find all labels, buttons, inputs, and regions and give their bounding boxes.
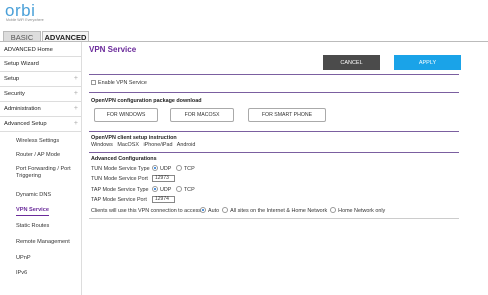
- sidebar-subitem-port-forwarding[interactable]: Port Forwarding / Port Triggering: [0, 166, 78, 180]
- tun-port-input[interactable]: 12973: [152, 175, 175, 182]
- access-home-only-radio[interactable]: [330, 207, 337, 213]
- sidebar-subitem-vpn-service[interactable]: VPN Service: [0, 207, 82, 213]
- tap-port-label: TAP Mode Service Port: [91, 197, 147, 203]
- radio-label: Auto: [208, 208, 220, 214]
- sidebar-item-label: Administration: [4, 106, 41, 112]
- section-divider: [89, 152, 459, 153]
- sidebar-item-label: Setup: [4, 76, 20, 82]
- header: orbi Mobile WiFi Everywhere BASIC ADVANC…: [0, 0, 488, 42]
- sidebar-item-security[interactable]: Security +: [0, 87, 82, 102]
- radio-label: All sites on the Internet & Home Network: [230, 208, 328, 214]
- access-all-sites-radio[interactable]: [222, 207, 229, 213]
- section-divider: [89, 92, 459, 93]
- section-divider: [89, 131, 459, 132]
- radio-label: TCP: [183, 166, 195, 172]
- client-instruction-heading: OpenVPN client setup instruction: [91, 135, 177, 141]
- tap-type-radio-group: UDP TCP: [152, 186, 195, 193]
- sidebar: ADVANCED Home Setup Wizard Setup + Secur…: [0, 42, 82, 295]
- download-windows-button[interactable]: FOR WINDOWS: [94, 108, 158, 122]
- section-divider: [89, 74, 459, 75]
- sidebar-subitem-upnp[interactable]: UPnP: [0, 255, 82, 261]
- tap-udp-radio[interactable]: [152, 186, 158, 192]
- expand-plus-icon: +: [73, 75, 78, 82]
- radio-label: UDP: [160, 166, 172, 172]
- sidebar-subitem-static-routes[interactable]: Static Routes: [0, 223, 82, 229]
- active-item-underline: [16, 215, 49, 216]
- sidebar-subitem-wireless-settings[interactable]: Wireless Settings: [0, 138, 82, 144]
- tap-type-label: TAP Mode Service Type: [91, 187, 149, 193]
- sidebar-item-label: Security: [4, 91, 25, 97]
- sidebar-item-advanced-home[interactable]: ADVANCED Home: [0, 44, 82, 57]
- sidebar-item-label: Advanced Setup: [4, 121, 47, 127]
- vpn-access-label: Clients will use this VPN connection to …: [91, 208, 201, 214]
- cancel-button[interactable]: CANCEL: [323, 55, 380, 70]
- link-android[interactable]: Android: [177, 142, 196, 148]
- client-platform-links: Windows MacOSX iPhone/iPad Android: [91, 142, 195, 148]
- enable-vpn-checkbox[interactable]: [91, 80, 96, 85]
- sidebar-item-setup-wizard[interactable]: Setup Wizard: [0, 57, 82, 72]
- sidebar-subitem-dynamic-dns[interactable]: Dynamic DNS: [0, 192, 82, 198]
- radio-label: UDP: [160, 187, 172, 193]
- tun-port-label: TUN Mode Service Port: [91, 176, 148, 182]
- sidebar-item-setup[interactable]: Setup +: [0, 72, 82, 87]
- sidebar-subitem-router-ap-mode[interactable]: Router / AP Mode: [0, 152, 82, 158]
- expand-plus-icon: +: [73, 90, 78, 97]
- link-macosx[interactable]: MacOSX: [117, 142, 139, 148]
- expand-plus-icon: +: [73, 120, 78, 127]
- download-heading: OpenVPN configuration package download: [91, 98, 202, 104]
- link-iphone-ipad[interactable]: iPhone/iPad: [143, 142, 172, 148]
- page-title: VPN Service: [89, 45, 137, 54]
- logo-tagline: Mobile WiFi Everywhere: [6, 18, 44, 22]
- enable-vpn-label: Enable VPN Service: [98, 80, 147, 86]
- sidebar-item-advanced-setup[interactable]: Advanced Setup +: [0, 117, 82, 132]
- tun-type-radio-group: UDP TCP: [152, 165, 195, 172]
- tun-type-label: TUN Mode Service Type: [91, 166, 150, 172]
- main-panel: VPN Service CANCEL APPLY Enable VPN Serv…: [83, 42, 488, 295]
- enable-vpn-row: Enable VPN Service: [91, 80, 147, 86]
- radio-label: TCP: [183, 187, 195, 193]
- sidebar-subitem-ipv6[interactable]: IPv6: [0, 270, 82, 276]
- radio-label: Home Network only: [338, 208, 386, 214]
- download-macosx-button[interactable]: FOR MACOSX: [170, 108, 234, 122]
- apply-button[interactable]: APPLY: [394, 55, 461, 70]
- expand-plus-icon: +: [73, 105, 78, 112]
- vpn-access-radio-group: Auto All sites on the Internet & Home Ne…: [200, 207, 385, 214]
- download-smartphone-button[interactable]: FOR SMART PHONE: [248, 108, 326, 122]
- sidebar-item-label: ADVANCED Home: [4, 47, 53, 53]
- access-auto-radio[interactable]: [200, 207, 206, 213]
- section-divider: [89, 218, 459, 219]
- advanced-config-heading: Advanced Configurations: [91, 156, 157, 162]
- sidebar-subitem-remote-management[interactable]: Remote Management: [0, 239, 82, 245]
- tun-udp-radio[interactable]: [152, 165, 158, 171]
- tun-tcp-radio[interactable]: [175, 165, 182, 171]
- sidebar-item-label: Setup Wizard: [4, 61, 39, 67]
- tap-port-input[interactable]: 12974: [152, 196, 175, 203]
- sidebar-item-administration[interactable]: Administration +: [0, 102, 82, 117]
- tap-tcp-radio[interactable]: [175, 186, 182, 192]
- link-windows[interactable]: Windows: [91, 142, 113, 148]
